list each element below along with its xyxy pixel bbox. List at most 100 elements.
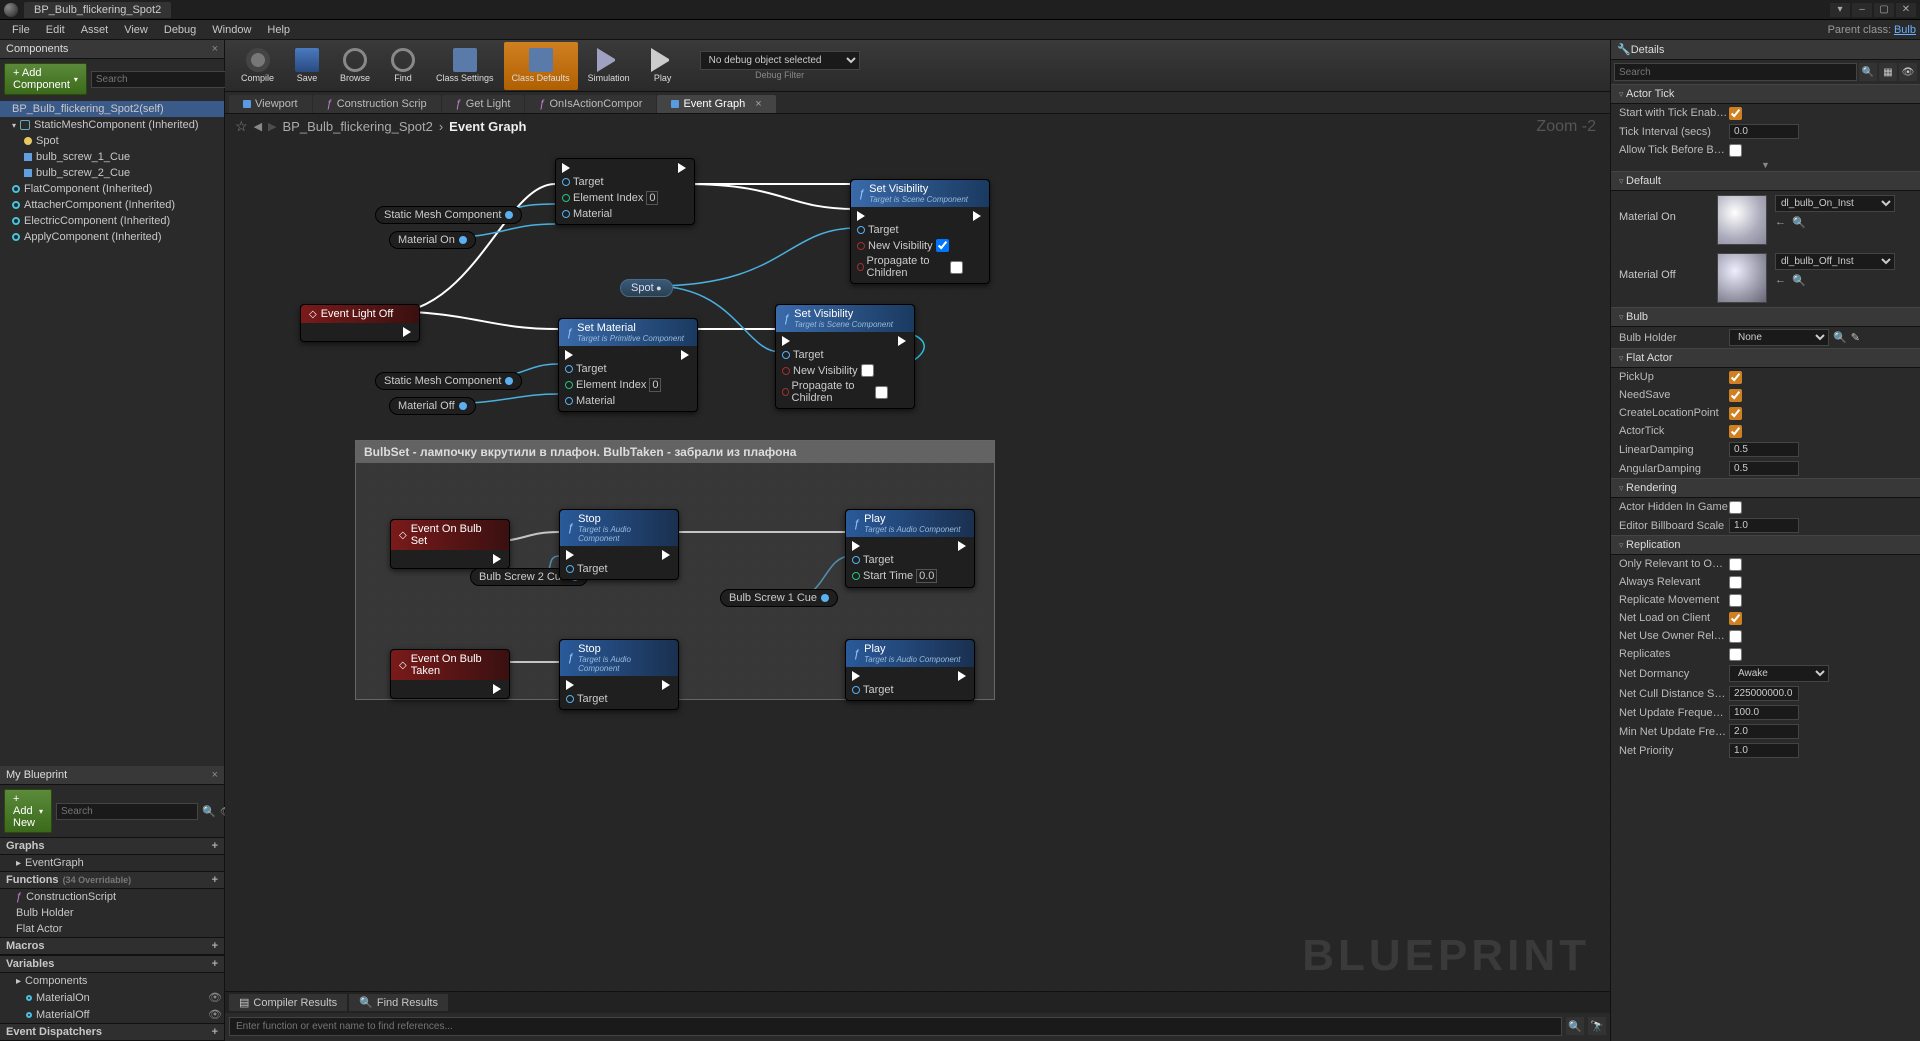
min-net-update-input[interactable] — [1729, 724, 1799, 739]
window-tab[interactable]: BP_Bulb_flickering_Spot2 — [24, 2, 171, 18]
add-new-button[interactable]: + Add New▾ — [4, 789, 52, 833]
tab-construction-script[interactable]: ƒConstruction Scrip — [313, 95, 441, 113]
browse-button[interactable]: Browse — [332, 42, 378, 90]
only-relevant-owner-checkbox[interactable] — [1729, 558, 1742, 571]
var-node-spot[interactable]: Spot ● — [620, 279, 673, 297]
tab-find-results[interactable]: 🔍Find Results — [349, 994, 448, 1011]
category-actor-tick[interactable]: Actor Tick — [1611, 84, 1920, 104]
components-panel-header[interactable]: Components× — [0, 40, 224, 59]
browse-to-icon[interactable]: 🔍 — [1792, 274, 1806, 287]
mybp-search-input[interactable] — [56, 803, 198, 820]
plus-icon[interactable]: + — [212, 940, 218, 952]
search-icon[interactable]: 🔍 — [202, 805, 216, 818]
comment-title[interactable]: BulbSet - лампочку вкрутили в плафон. Bu… — [356, 441, 994, 463]
eye-icon[interactable]: 👁 — [208, 991, 220, 1004]
close-icon[interactable]: × — [755, 98, 761, 110]
section-event-dispatchers[interactable]: Event Dispatchers+ — [0, 1023, 224, 1041]
node-stop-2[interactable]: ƒStopTarget is Audio Component Target — [559, 639, 679, 710]
find-button[interactable]: Find — [380, 42, 426, 90]
var-node-material-on[interactable]: Material On — [389, 231, 476, 249]
find-references-input[interactable] — [229, 1017, 1562, 1036]
my-blueprint-header[interactable]: My Blueprint× — [0, 766, 224, 785]
back-icon[interactable]: ◀ — [254, 120, 262, 133]
material-on-thumbnail[interactable] — [1717, 195, 1767, 245]
tab-viewport[interactable]: Viewport — [229, 95, 312, 113]
tab-get-light[interactable]: ƒGet Light — [442, 95, 525, 113]
add-component-button[interactable]: + Add Component▾ — [4, 63, 87, 95]
menu-file[interactable]: File — [4, 22, 38, 38]
category-replication[interactable]: Replication — [1611, 535, 1920, 555]
breadcrumb-root[interactable]: BP_Bulb_flickering_Spot2 — [283, 119, 433, 134]
always-relevant-checkbox[interactable] — [1729, 576, 1742, 589]
component-item-attacher[interactable]: AttacherComponent (Inherited) — [0, 197, 224, 213]
net-priority-input[interactable] — [1729, 743, 1799, 758]
tick-interval-input[interactable] — [1729, 124, 1799, 139]
replicates-checkbox[interactable] — [1729, 648, 1742, 661]
menu-debug[interactable]: Debug — [156, 22, 204, 38]
section-macros[interactable]: Macros+ — [0, 937, 224, 955]
save-button[interactable]: Save — [284, 42, 330, 90]
tab-on-is-action[interactable]: ƒOnIsActionCompor — [525, 95, 656, 113]
plus-icon[interactable]: + — [212, 840, 218, 852]
expand-icon[interactable]: ▼ — [1611, 159, 1920, 171]
component-item-electric[interactable]: ElectricComponent (Inherited) — [0, 213, 224, 229]
var-node-bulb-screw-1[interactable]: Bulb Screw 1 Cue — [720, 589, 838, 607]
net-cull-distance-input[interactable] — [1729, 686, 1799, 701]
favorite-icon[interactable]: ☆ — [235, 118, 248, 135]
play-button[interactable]: Play — [640, 42, 686, 90]
event-graph-canvas[interactable]: ☆ ◀ ▶ BP_Bulb_flickering_Spot2 › Event G… — [225, 114, 1610, 991]
forward-icon[interactable]: ▶ — [268, 120, 276, 133]
needsave-checkbox[interactable] — [1729, 389, 1742, 402]
menu-edit[interactable]: Edit — [38, 22, 73, 38]
node-event-light-off[interactable]: ◇ Event Light Off — [300, 304, 420, 342]
menu-help[interactable]: Help — [259, 22, 298, 38]
angular-damping-input[interactable] — [1729, 461, 1799, 476]
window-dropdown-icon[interactable]: ▾ — [1830, 3, 1850, 17]
component-item-flat[interactable]: FlatComponent (Inherited) — [0, 181, 224, 197]
pick-icon[interactable]: ✎ — [1851, 331, 1860, 344]
window-close-icon[interactable]: ✕ — [1896, 3, 1916, 17]
actor-tick-checkbox[interactable] — [1729, 425, 1742, 438]
search-icon[interactable]: 🔍 — [1859, 63, 1877, 81]
net-dormancy-select[interactable]: Awake — [1729, 665, 1829, 682]
window-maximize-icon[interactable]: ▢ — [1874, 3, 1894, 17]
compile-button[interactable]: Compile — [233, 42, 282, 90]
tab-event-graph[interactable]: Event Graph × — [657, 95, 775, 113]
component-item-static-mesh[interactable]: ▾StaticMeshComponent (Inherited) — [0, 117, 224, 133]
linear-damping-input[interactable] — [1729, 442, 1799, 457]
plus-icon[interactable]: + — [212, 1026, 218, 1038]
start-tick-enabled-checkbox[interactable] — [1729, 107, 1742, 120]
details-search-input[interactable] — [1614, 63, 1857, 81]
function-item-construction[interactable]: ƒ ConstructionScript — [0, 889, 224, 905]
variable-material-off[interactable]: MaterialOff👁 — [0, 1006, 224, 1023]
new-visibility-checkbox[interactable] — [936, 239, 949, 252]
bulb-holder-select[interactable]: None — [1729, 329, 1829, 346]
var-node-static-mesh-1[interactable]: Static Mesh Component — [375, 206, 522, 224]
material-off-thumbnail[interactable] — [1717, 253, 1767, 303]
tab-compiler-results[interactable]: ▤Compiler Results — [229, 994, 347, 1011]
close-icon[interactable]: × — [212, 43, 218, 55]
var-node-static-mesh-2[interactable]: Static Mesh Component — [375, 372, 522, 390]
use-selected-icon[interactable]: ← — [1775, 216, 1786, 229]
node-set-visibility-2[interactable]: ƒSet VisibilityTarget is Scene Component… — [775, 304, 915, 409]
function-item-bulb-holder[interactable]: Bulb Holder — [0, 905, 224, 921]
propagate-checkbox[interactable] — [875, 386, 888, 399]
search-icon[interactable]: 🔍 — [1566, 1017, 1584, 1035]
browse-to-icon[interactable]: 🔍 — [1833, 331, 1847, 344]
net-update-freq-input[interactable] — [1729, 705, 1799, 720]
plus-icon[interactable]: + — [212, 874, 218, 886]
close-icon[interactable]: × — [212, 769, 218, 781]
menu-asset[interactable]: Asset — [73, 22, 117, 38]
component-item-spot[interactable]: Spot — [0, 133, 224, 149]
section-variables[interactable]: Variables+ — [0, 955, 224, 973]
node-set-material-lower[interactable]: ƒSet MaterialTarget is Primitive Compone… — [558, 318, 698, 412]
billboard-scale-input[interactable] — [1729, 518, 1799, 533]
graph-item-eventgraph[interactable]: ▸ EventGraph — [0, 855, 224, 871]
allow-tick-before-begin-checkbox[interactable] — [1729, 144, 1742, 157]
section-graphs[interactable]: Graphs+ — [0, 837, 224, 855]
window-minimize-icon[interactable]: – — [1852, 3, 1872, 17]
matrix-icon[interactable]: ▦ — [1879, 63, 1897, 81]
create-location-point-checkbox[interactable] — [1729, 407, 1742, 420]
eye-icon[interactable]: 👁 — [208, 1008, 220, 1021]
category-flat-actor[interactable]: Flat Actor — [1611, 348, 1920, 368]
